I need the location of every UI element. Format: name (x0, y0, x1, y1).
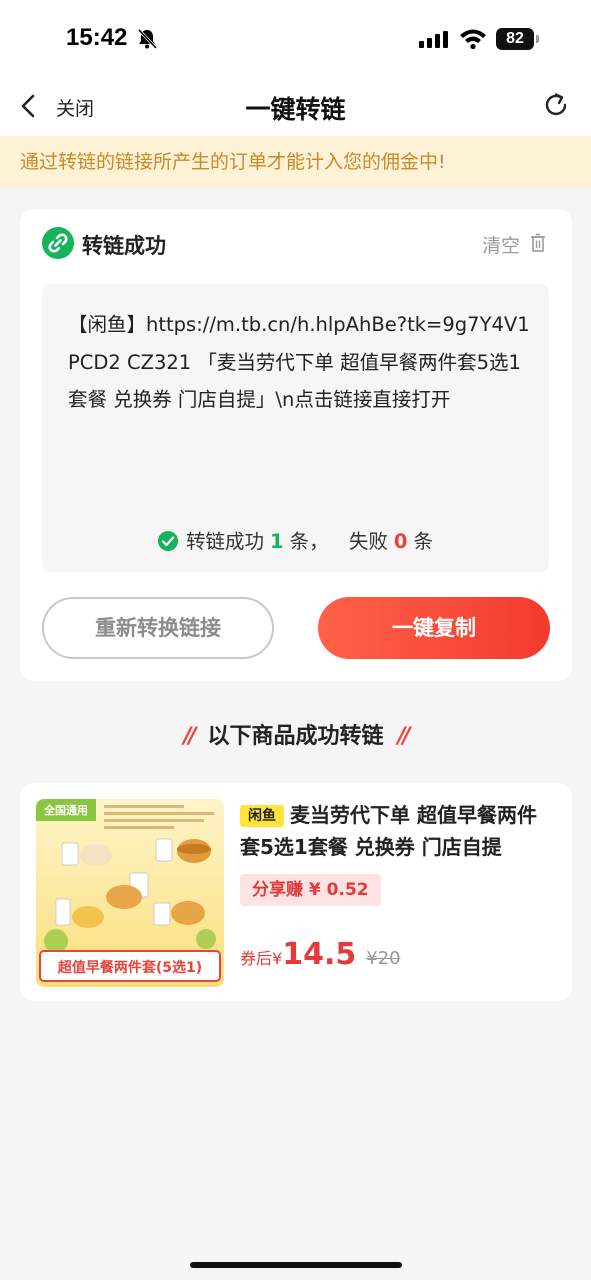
success-unit: 条， (289, 530, 329, 553)
product-title[interactable]: 麦当劳代下单 超值早餐两件套5选1套餐 兑换券 门店自提 (240, 799, 552, 863)
after-coupon-label: 券后 (240, 949, 273, 968)
section-header: // 以下商品成功转链 // (0, 718, 591, 750)
check-circle-icon (158, 531, 179, 551)
status-bar: 15:42 82 (0, 0, 591, 80)
status-time: 15:42 (66, 24, 128, 51)
home-indicator (190, 1262, 402, 1268)
fail-unit: 条 (413, 530, 433, 553)
image-tag: 全国通用 (43, 803, 88, 817)
conversion-card: 转链成功 清空 【闲鱼】https://m.tb.cn/h.hlpAhBe?tk… (20, 209, 572, 681)
card-title: 转链成功 (82, 234, 166, 258)
conversion-result: 转链成功 1 条， 失败 0 条 (42, 525, 549, 554)
fail-prefix: 失败 (348, 530, 388, 553)
decor-slash-right: // (397, 724, 411, 749)
success-prefix: 转链成功 (186, 530, 265, 553)
link-result-box: 【闲鱼】https://m.tb.cn/h.hlpAhBe?tk=9g7Y4V1… (42, 284, 549, 572)
signal-icon (419, 31, 448, 48)
wifi-icon (460, 29, 486, 50)
commission-notice: 通过转链的链接所产生的订单才能计入您的佣金中! (0, 136, 591, 188)
image-caption: 超值早餐两件套(5选1) (57, 959, 202, 976)
original-price: ¥20 (366, 948, 401, 969)
price-row: 券后¥14.5 ¥20 (240, 937, 401, 972)
nav-bar: 关闭 一键转链 (0, 80, 591, 136)
page-title: 一键转链 (245, 95, 346, 124)
success-count: 1 (270, 530, 284, 553)
link-success-icon (42, 227, 74, 259)
trash-icon[interactable] (529, 233, 547, 253)
coupon-price: 14.5 (282, 937, 357, 972)
price-symbol: ¥ (272, 949, 283, 968)
refresh-icon[interactable] (542, 91, 570, 119)
section-title: 以下商品成功转链 (207, 724, 384, 749)
battery-indicator: 82 (496, 28, 534, 50)
reconvert-link-button[interactable]: 重新转换链接 (42, 597, 274, 659)
one-click-copy-button[interactable]: 一键复制 (318, 597, 550, 659)
product-image[interactable]: 全国通用 超值早餐两件套(5选1) (36, 799, 224, 987)
product-card[interactable]: 全国通用 超值早餐两件套(5选1) 闲鱼 麦当劳代下单 超值早餐两件套5选1套餐… (20, 783, 572, 1001)
battery-tip (536, 35, 539, 43)
decor-slash-left: // (183, 724, 196, 749)
converted-link-text[interactable]: 【闲鱼】https://m.tb.cn/h.hlpAhBe?tk=9g7Y4V1… (68, 306, 538, 419)
share-earn-tag: 分享赚 ¥ 0.52 (240, 874, 381, 906)
clear-button[interactable]: 清空 (482, 231, 520, 258)
fail-count: 0 (393, 530, 408, 553)
bell-muted-icon (137, 28, 158, 50)
